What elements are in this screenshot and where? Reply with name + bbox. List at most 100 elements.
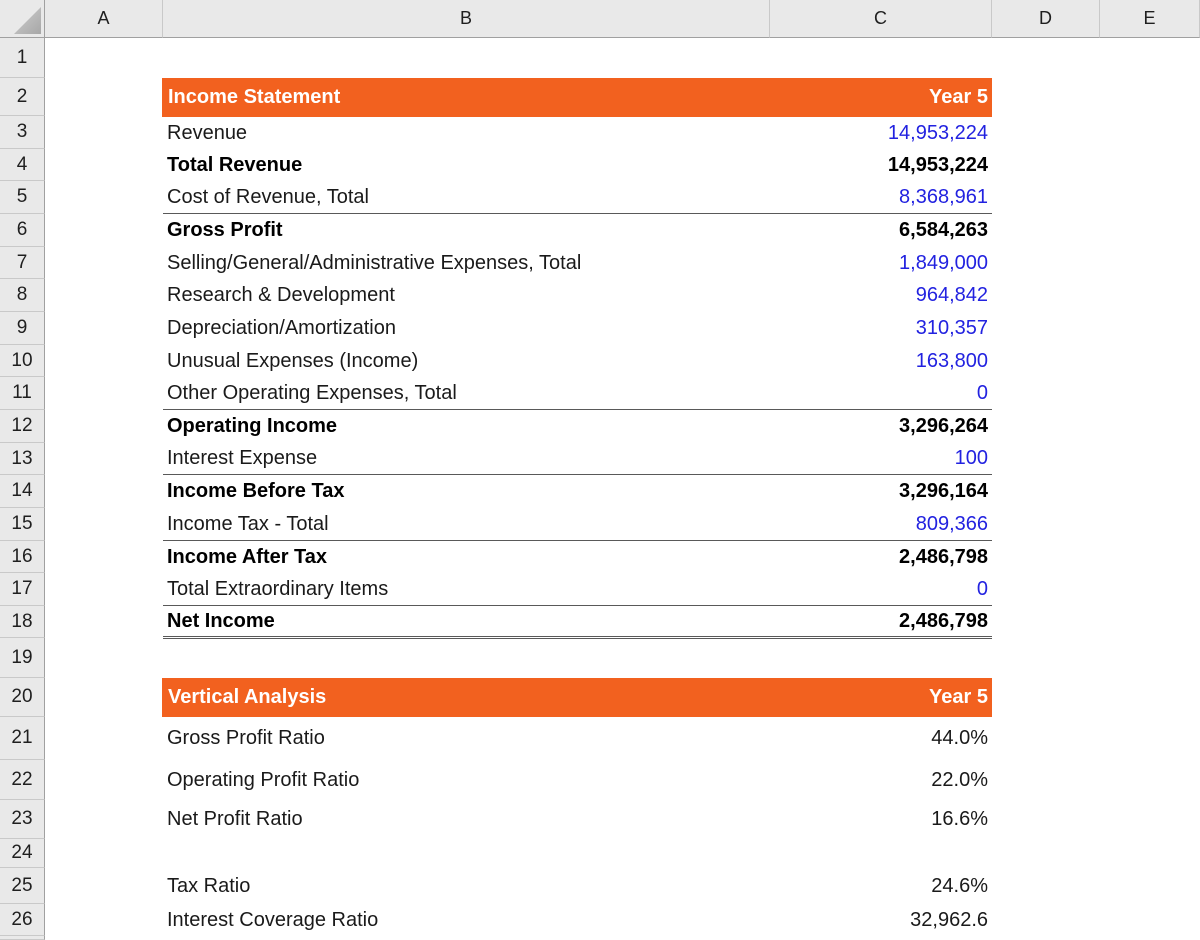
row-value-cell[interactable]: 44.0%	[931, 727, 992, 750]
select-all-button[interactable]	[0, 0, 45, 38]
row-value-cell[interactable]: 310,357	[916, 317, 992, 340]
vertical-analysis-title: Vertical Analysis	[162, 686, 326, 709]
statement-row-sga-expenses: Selling/General/Administrative Expenses,…	[163, 247, 992, 279]
row-label-cell[interactable]: Revenue	[163, 122, 247, 145]
vertical-analysis-period: Year 5	[929, 686, 992, 709]
row-value-cell[interactable]: 22.0%	[931, 769, 992, 792]
ratio-row-tax-ratio: Tax Ratio 24.6%	[163, 868, 992, 904]
row-label-cell[interactable]: Tax Ratio	[163, 875, 250, 898]
row-header-13[interactable]: 13	[0, 443, 45, 475]
row-header-25[interactable]: 25	[0, 868, 45, 904]
row-value-cell[interactable]: 809,366	[916, 513, 992, 536]
row-label-cell[interactable]: Depreciation/Amortization	[163, 317, 396, 340]
row-header-9[interactable]: 9	[0, 312, 45, 345]
row-label-cell[interactable]: Operating Income	[163, 415, 337, 438]
row-header-19[interactable]: 19	[0, 638, 45, 678]
row-label-cell[interactable]: Interest Coverage Ratio	[163, 909, 378, 932]
row-label-cell[interactable]: Operating Profit Ratio	[163, 769, 359, 792]
row-header-4[interactable]: 4	[0, 149, 45, 181]
row-value-cell[interactable]: 0	[977, 382, 992, 405]
row-value-cell[interactable]: 163,800	[916, 350, 992, 373]
income-statement-header-bar[interactable]: Income Statement Year 5	[162, 78, 992, 117]
income-statement-period: Year 5	[929, 86, 992, 109]
column-header-e[interactable]: E	[1100, 0, 1200, 38]
row-value-cell[interactable]: 14,953,224	[888, 122, 992, 145]
row-header-3[interactable]: 3	[0, 116, 45, 149]
row-header-10[interactable]: 10	[0, 345, 45, 377]
row-value-cell[interactable]: 14,953,224	[888, 154, 992, 177]
row-header-26[interactable]: 26	[0, 904, 45, 936]
row-header-1[interactable]: 1	[0, 38, 45, 78]
row-header-14[interactable]: 14	[0, 475, 45, 508]
vertical-analysis-header-bar[interactable]: Vertical Analysis Year 5	[162, 678, 992, 717]
row-value-cell[interactable]: 964,842	[916, 284, 992, 307]
row-value-cell[interactable]: 6,584,263	[899, 219, 992, 242]
statement-row-revenue: Revenue 14,953,224	[163, 117, 992, 149]
ratio-row-gross-profit-ratio: Gross Profit Ratio 44.0%	[163, 717, 992, 760]
row-value-cell[interactable]: 32,962.6	[910, 909, 992, 932]
row-header-5[interactable]: 5	[0, 181, 45, 214]
row-value-cell[interactable]: 2,486,798	[899, 610, 992, 633]
row-label-cell[interactable]: Selling/General/Administrative Expenses,…	[163, 252, 581, 275]
row-label-cell[interactable]: Other Operating Expenses, Total	[163, 382, 457, 405]
statement-row-unusual-expenses: Unusual Expenses (Income) 163,800	[163, 345, 992, 377]
row-label-cell[interactable]: Income Tax - Total	[163, 513, 329, 536]
row-value-cell[interactable]: 1,849,000	[899, 252, 992, 275]
statement-row-depreciation-amortization: Depreciation/Amortization 310,357	[163, 312, 992, 345]
row-label-cell[interactable]: Income Before Tax	[163, 480, 344, 503]
row-header-22[interactable]: 22	[0, 760, 45, 800]
row-value-cell[interactable]: 24.6%	[931, 875, 992, 898]
row-header-27-partial[interactable]	[0, 936, 45, 940]
row-header-15[interactable]: 15	[0, 508, 45, 541]
income-statement-title: Income Statement	[162, 86, 340, 109]
statement-row-cost-of-revenue: Cost of Revenue, Total 8,368,961	[163, 181, 992, 214]
row-value-cell[interactable]: 2,486,798	[899, 546, 992, 569]
select-all-triangle-icon	[14, 7, 41, 34]
column-header-c[interactable]: C	[770, 0, 992, 38]
row-header-18[interactable]: 18	[0, 606, 45, 638]
statement-row-gross-profit: Gross Profit 6,584,263	[163, 214, 992, 247]
row-label-cell[interactable]: Net Profit Ratio	[163, 808, 303, 831]
row-header-17[interactable]: 17	[0, 573, 45, 606]
row-label-cell[interactable]: Gross Profit	[163, 219, 283, 242]
row-label-cell[interactable]: Interest Expense	[163, 447, 317, 470]
statement-row-net-income: Net Income 2,486,798	[163, 606, 992, 639]
row-label-cell[interactable]: Research & Development	[163, 284, 395, 307]
statement-row-research-development: Research & Development 964,842	[163, 279, 992, 312]
statement-row-operating-income: Operating Income 3,296,264	[163, 410, 992, 443]
row-label-cell[interactable]: Gross Profit Ratio	[163, 727, 325, 750]
row-header-20[interactable]: 20	[0, 678, 45, 717]
statement-row-total-revenue: Total Revenue 14,953,224	[163, 149, 992, 181]
column-header-d[interactable]: D	[992, 0, 1100, 38]
row-label-cell[interactable]: Income After Tax	[163, 546, 327, 569]
ratio-row-interest-coverage-ratio: Interest Coverage Ratio 32,962.6	[163, 904, 992, 936]
row-label-cell[interactable]: Net Income	[163, 610, 275, 633]
row-label-cell[interactable]: Total Extraordinary Items	[163, 578, 388, 601]
column-header-b[interactable]: B	[163, 0, 770, 38]
row-header-6[interactable]: 6	[0, 214, 45, 247]
row-value-cell[interactable]: 3,296,164	[899, 480, 992, 503]
statement-row-interest-expense: Interest Expense 100	[163, 443, 992, 475]
row-label-cell[interactable]: Cost of Revenue, Total	[163, 186, 369, 209]
ratio-row-operating-profit-ratio: Operating Profit Ratio 22.0%	[163, 760, 992, 800]
statement-row-total-extraordinary-items: Total Extraordinary Items 0	[163, 573, 992, 606]
row-header-16[interactable]: 16	[0, 541, 45, 573]
spreadsheet-grid: ABCDE 1234567891011121314151617181920212…	[0, 0, 1200, 940]
row-label-cell[interactable]: Unusual Expenses (Income)	[163, 350, 418, 373]
row-value-cell[interactable]: 8,368,961	[899, 186, 992, 209]
row-header-11[interactable]: 11	[0, 377, 45, 410]
row-value-cell[interactable]: 100	[955, 447, 992, 470]
row-header-21[interactable]: 21	[0, 717, 45, 760]
row-header-8[interactable]: 8	[0, 279, 45, 312]
row-header-2[interactable]: 2	[0, 78, 45, 116]
column-header-a[interactable]: A	[45, 0, 163, 38]
row-header-23[interactable]: 23	[0, 800, 45, 839]
row-value-cell[interactable]: 16.6%	[931, 808, 992, 831]
statement-row-income-tax-total: Income Tax - Total 809,366	[163, 508, 992, 541]
row-header-24[interactable]: 24	[0, 839, 45, 868]
row-value-cell[interactable]: 3,296,264	[899, 415, 992, 438]
row-header-7[interactable]: 7	[0, 247, 45, 279]
row-header-12[interactable]: 12	[0, 410, 45, 443]
row-label-cell[interactable]: Total Revenue	[163, 154, 302, 177]
row-value-cell[interactable]: 0	[977, 578, 992, 601]
